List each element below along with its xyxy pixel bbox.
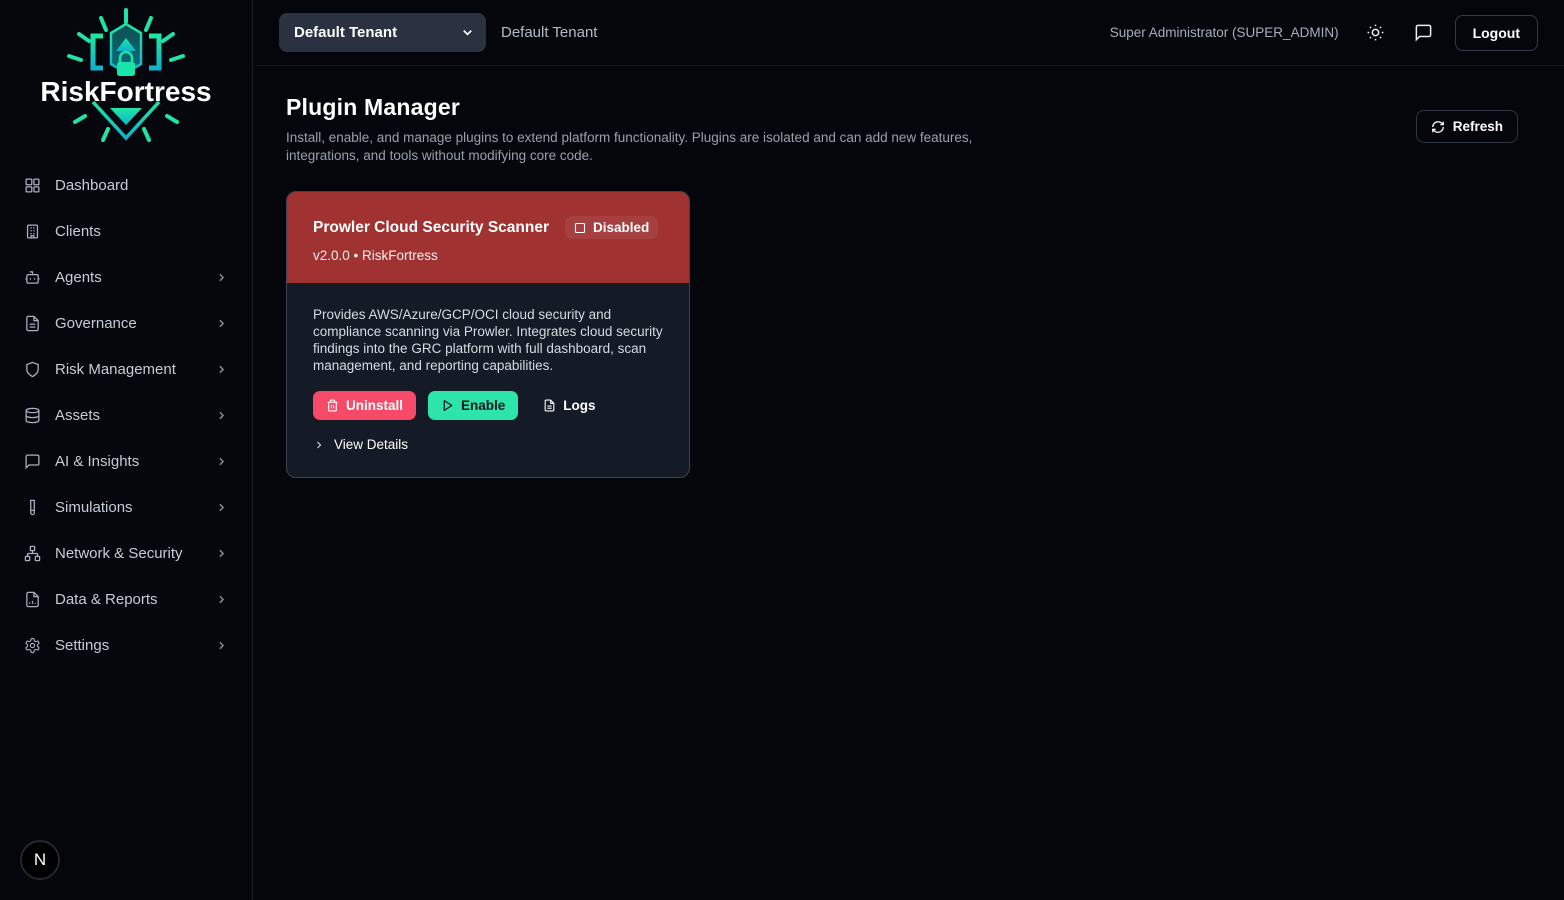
sidebar-item-assets[interactable]: Assets (0, 392, 252, 438)
chevron-right-icon (215, 455, 228, 468)
status-badge: Disabled (565, 216, 658, 239)
chevron-right-icon (215, 639, 228, 652)
chevron-right-icon (215, 593, 228, 606)
plugin-title-row: Prowler Cloud Security Scanner Disabled (313, 216, 663, 239)
page-title: Plugin Manager (286, 94, 978, 121)
robot-icon (24, 269, 41, 286)
sidebar: RiskFortress Dashboard Clients Agents Go… (0, 0, 253, 900)
sidebar-item-network-security[interactable]: Network & Security (0, 530, 252, 576)
dev-badge-avatar[interactable]: N (20, 840, 60, 880)
sidebar-item-label: Assets (55, 407, 201, 424)
database-icon (24, 407, 41, 424)
chat-bubble-icon (1414, 23, 1433, 42)
chevron-right-icon (215, 547, 228, 560)
avatar-letter: N (34, 850, 46, 870)
sidebar-item-agents[interactable]: Agents (0, 254, 252, 300)
view-details-toggle[interactable]: View Details (313, 437, 663, 452)
logout-button[interactable]: Logout (1455, 15, 1538, 51)
sidebar-item-label: Simulations (55, 499, 201, 516)
uninstall-button[interactable]: Uninstall (313, 391, 416, 420)
chevron-right-icon (215, 317, 228, 330)
sidebar-item-label: Agents (55, 269, 201, 286)
refresh-label: Refresh (1453, 119, 1503, 134)
sun-icon (1366, 23, 1385, 42)
chevron-right-icon (215, 501, 228, 514)
plugin-actions: Uninstall Enable Logs (313, 391, 663, 420)
sidebar-item-risk-management[interactable]: Risk Management (0, 346, 252, 392)
enable-label: Enable (461, 398, 505, 413)
topbar: Default Tenant Default Tenant Super Admi… (253, 0, 1564, 66)
uninstall-label: Uninstall (346, 398, 403, 413)
view-details-label: View Details (334, 437, 408, 452)
document-icon (24, 315, 41, 332)
sidebar-item-settings[interactable]: Settings (0, 622, 252, 668)
tenant-select[interactable]: Default Tenant (279, 13, 486, 52)
refresh-icon (1431, 120, 1445, 134)
plugin-card-body: Provides AWS/Azure/GCP/OCI cloud securit… (287, 283, 689, 477)
sidebar-item-label: AI & Insights (55, 453, 201, 470)
brand-name: RiskFortress (40, 76, 211, 107)
shield-fortress-logo: RiskFortress (35, 6, 217, 152)
tenant-label: Default Tenant (501, 24, 597, 41)
square-icon (574, 222, 586, 234)
refresh-button[interactable]: Refresh (1416, 110, 1518, 143)
play-icon (441, 399, 454, 412)
trash-icon (326, 399, 339, 412)
chat-bubble-icon (24, 453, 41, 470)
chat-button[interactable] (1407, 16, 1441, 50)
sidebar-item-ai-insights[interactable]: AI & Insights (0, 438, 252, 484)
sidebar-item-dashboard[interactable]: Dashboard (0, 162, 252, 208)
sidebar-item-label: Dashboard (55, 177, 228, 194)
building-icon (24, 223, 41, 240)
dashboard-icon (24, 177, 41, 194)
chevron-right-icon (215, 409, 228, 422)
sidebar-item-label: Settings (55, 637, 201, 654)
main-area: Default Tenant Default Tenant Super Admi… (253, 0, 1564, 900)
sidebar-item-label: Risk Management (55, 361, 201, 378)
plugin-name: Prowler Cloud Security Scanner (313, 219, 549, 237)
network-icon (24, 545, 41, 562)
sidebar-item-governance[interactable]: Governance (0, 300, 252, 346)
plugin-card-header: Prowler Cloud Security Scanner Disabled … (287, 192, 689, 283)
sidebar-item-data-reports[interactable]: Data & Reports (0, 576, 252, 622)
page-head-text: Plugin Manager Install, enable, and mana… (286, 94, 978, 165)
chevron-right-icon (215, 271, 228, 284)
file-chart-icon (24, 591, 41, 608)
plugin-version: v2.0.0 • RiskFortress (313, 248, 663, 263)
chevron-right-icon (313, 439, 325, 451)
plugin-description: Provides AWS/Azure/GCP/OCI cloud securit… (313, 306, 663, 374)
theme-toggle-button[interactable] (1359, 16, 1393, 50)
logs-button[interactable]: Logs (530, 391, 608, 420)
status-label: Disabled (593, 220, 649, 235)
sidebar-item-label: Clients (55, 223, 228, 240)
sidebar-item-label: Governance (55, 315, 201, 332)
chevron-right-icon (215, 363, 228, 376)
page-head: Plugin Manager Install, enable, and mana… (286, 94, 1518, 165)
sidebar-nav: Dashboard Clients Agents Governance Risk… (0, 158, 252, 668)
sidebar-item-label: Data & Reports (55, 591, 201, 608)
brand-logo: RiskFortress (0, 0, 252, 158)
shield-icon (24, 361, 41, 378)
sidebar-item-clients[interactable]: Clients (0, 208, 252, 254)
sidebar-item-simulations[interactable]: Simulations (0, 484, 252, 530)
gear-icon (24, 637, 41, 654)
logs-label: Logs (563, 398, 595, 413)
content: Plugin Manager Install, enable, and mana… (253, 66, 1564, 900)
plugin-card: Prowler Cloud Security Scanner Disabled … (286, 191, 690, 478)
sidebar-item-label: Network & Security (55, 545, 201, 562)
page-description: Install, enable, and manage plugins to e… (286, 129, 978, 165)
file-text-icon (543, 399, 556, 412)
user-label: Super Administrator (SUPER_ADMIN) (1110, 25, 1339, 40)
tenant-select-wrap: Default Tenant (279, 13, 486, 52)
enable-button[interactable]: Enable (428, 391, 518, 420)
test-tube-icon (24, 499, 41, 516)
